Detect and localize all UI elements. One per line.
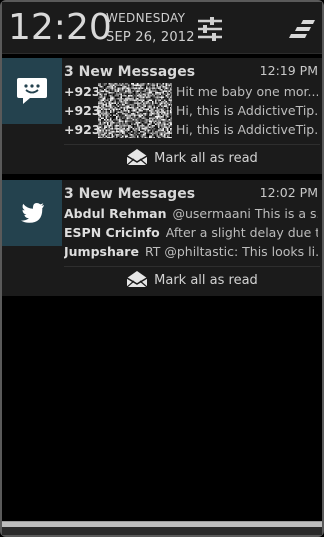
- message-preview: Hit me baby one mor...: [176, 84, 318, 99]
- notification-card-messaging[interactable]: 3 New Messages 12:19 PM +923 Hit me baby…: [2, 58, 322, 174]
- sender: Abdul Rehman: [64, 206, 167, 221]
- notification-body[interactable]: 3 New Messages 12:19 PM +923 Hit me baby…: [2, 58, 322, 144]
- day-of-week: WEDNESDAY: [106, 11, 186, 25]
- notification-title: 3 New Messages: [64, 186, 196, 202]
- redacted-number-pixelation: [98, 83, 172, 138]
- notification-body[interactable]: 3 New Messages 12:02 PM Abdul Rehman @use…: [2, 180, 322, 266]
- bottom-shade: [2, 527, 322, 535]
- envelope-open-icon: [126, 270, 148, 292]
- twitter-bird-icon: [2, 180, 62, 246]
- envelope-open-icon: [126, 148, 148, 170]
- sender: ESPN Cricinfo: [64, 225, 160, 240]
- notification-header: 12:20 WEDNESDAY SEP 26, 2012: [2, 2, 322, 54]
- tweet-row: Jumpshare RT @philtastic: This looks li..…: [64, 243, 318, 261]
- mark-all-read-button[interactable]: Mark all as read: [64, 144, 320, 172]
- sms-bubble-icon: [2, 58, 62, 124]
- message-preview: @usermaani This is a s...: [172, 206, 318, 221]
- sender: Jumpshare: [64, 244, 139, 259]
- mark-all-read-button[interactable]: Mark all as read: [64, 266, 320, 294]
- message-preview: Hi, this is AddictiveTip...: [176, 122, 318, 137]
- tweet-row: ESPN Cricinfo After a slight delay due t.…: [64, 224, 318, 242]
- clear-all-icon[interactable]: [289, 19, 317, 39]
- sender: +923: [64, 122, 101, 137]
- sender: +923: [64, 103, 101, 118]
- settings-sliders-icon[interactable]: [196, 16, 224, 42]
- notification-card-twitter[interactable]: 3 New Messages 12:02 PM Abdul Rehman @use…: [2, 180, 322, 296]
- mark-all-read-label: Mark all as read: [154, 151, 258, 166]
- message-preview: After a slight delay due t...: [165, 225, 318, 240]
- notification-time: 12:02 PM: [259, 185, 318, 200]
- message-preview: Hi, this is AddictiveTip...: [176, 103, 318, 118]
- tweet-row: Abdul Rehman @usermaani This is a s...: [64, 205, 318, 223]
- date-text: SEP 26, 2012: [106, 30, 195, 45]
- sender: +923: [64, 84, 101, 99]
- notification-time: 12:19 PM: [259, 63, 318, 78]
- mark-all-read-label: Mark all as read: [154, 273, 258, 288]
- date-block: WEDNESDAY SEP 26, 2012: [106, 11, 196, 46]
- message-preview: RT @philtastic: This looks li...: [144, 244, 318, 259]
- clock: 12:20: [8, 7, 112, 48]
- notification-title: 3 New Messages: [64, 64, 196, 80]
